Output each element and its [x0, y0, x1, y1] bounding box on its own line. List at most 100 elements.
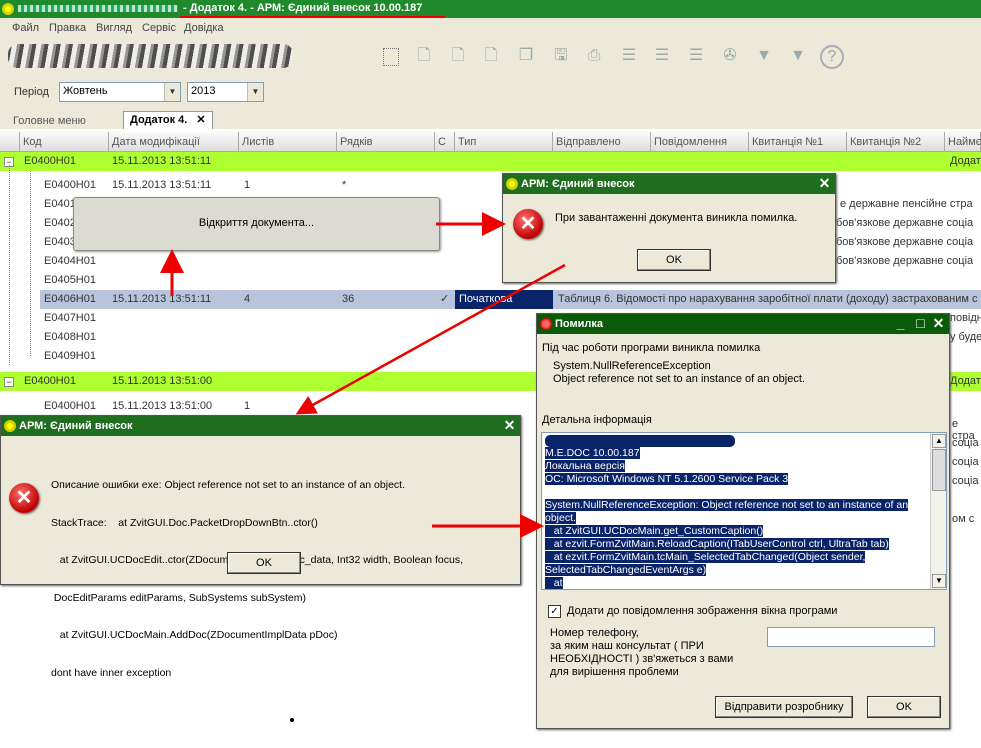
error-intro: Під час роботи програми виникла помилка [542, 342, 761, 354]
delete-doc-icon[interactable]: 🗋 [479, 45, 503, 67]
select-icon[interactable] [383, 48, 399, 66]
maximize-icon[interactable]: □ [914, 316, 927, 330]
print-icon[interactable]: ⎙ [582, 45, 606, 67]
menu-view[interactable]: Вигляд [96, 22, 132, 34]
menu-edit[interactable]: Правка [49, 22, 86, 34]
cell-name: у буде [950, 331, 981, 343]
edit-doc-icon[interactable]: 🗋 [446, 45, 470, 67]
dialog-title-bar: Помилка _ □ ✕ [537, 314, 949, 334]
tree-line [9, 165, 10, 365]
cell-lines: 36 [342, 293, 355, 305]
cell-code: E0403 [44, 236, 76, 248]
column-header-message[interactable]: Повідомлення [651, 132, 749, 152]
attach-screenshot-checkbox[interactable]: ✓ [548, 605, 561, 618]
add-row-icon[interactable]: ☰ [617, 45, 641, 67]
cell-sheets: 1 [244, 179, 251, 191]
tab-main-menu[interactable]: Головне меню [6, 112, 93, 130]
close-icon[interactable]: ✕ [196, 114, 205, 126]
year-select[interactable]: 2013 ▼ [187, 82, 264, 102]
error-details-dialog: Помилка _ □ ✕ Під час роботи програми ви… [536, 313, 950, 729]
details-scrollbar[interactable]: ▲ ▼ [930, 433, 946, 589]
tab-label: Додаток 4. [130, 114, 188, 126]
binoculars-icon[interactable]: ✇ [718, 45, 742, 67]
month-select[interactable]: Жовтень ▼ [59, 82, 181, 102]
trace-line: StackTrace: at ZvitGUI.Doc.PacketDropDow… [51, 516, 318, 529]
cell-code: E0401 [44, 198, 76, 210]
stack-trace-dialog: АРМ: Єдиний внесок ✕ ✕ Описание ошибки e… [0, 415, 521, 679]
ok-button[interactable]: OK [867, 696, 941, 718]
ok-button[interactable]: OK [637, 249, 711, 271]
cell-name: соціа [952, 437, 979, 449]
error-icon: ✕ [9, 483, 39, 513]
phone-input[interactable] [767, 627, 935, 647]
scroll-down-icon[interactable]: ▼ [932, 574, 946, 588]
tab-appendix-4[interactable]: Додаток 4. ✕ [123, 111, 213, 130]
detail-line: Локальна версія [545, 460, 625, 472]
help-icon[interactable]: ? [820, 45, 844, 69]
detail-line: M.E.DOC 10.00.187 [545, 447, 640, 459]
send-to-developer-button[interactable]: Відправити розробнику [715, 696, 853, 718]
cell-code: E0400H01 [44, 400, 96, 412]
add-doc-icon[interactable]: 🗋 [412, 45, 436, 67]
phone-label-line: за яким наш консультат ( ПРИ [550, 640, 704, 652]
column-header-lines[interactable]: Рядків [337, 132, 435, 152]
column-header-type[interactable]: Тип [455, 132, 553, 152]
dialog-title-bar: АРМ: Єдиний внесок ✕ [503, 174, 835, 194]
close-icon[interactable]: ✕ [932, 316, 945, 330]
column-header-code[interactable]: Код [20, 132, 109, 152]
chevron-down-icon[interactable]: ▼ [164, 83, 180, 101]
column-header-c[interactable]: С [435, 132, 455, 152]
cell-name: Додат [950, 155, 981, 167]
exception-name: System.NullReferenceException [553, 360, 711, 372]
cell-code: E0400H01 [44, 179, 96, 191]
menu-file[interactable]: Файл [12, 22, 39, 34]
attach-screenshot-label: Додати до повідомлення зображення вікна … [567, 605, 838, 617]
column-header-sheets[interactable]: Листів [239, 132, 337, 152]
column-header-receipt-1[interactable]: Квитанція №1 [749, 132, 847, 152]
cell-name: соціа [952, 456, 979, 468]
collapse-icon[interactable]: − [4, 377, 14, 387]
trace-line: DocEditParams editParams, SubSystems sub… [51, 591, 307, 604]
details-label: Детальна інформація [542, 414, 652, 426]
table-row[interactable]: − E0400H01 15.11.2013 13:51:11 Додат [0, 152, 981, 171]
chevron-down-icon[interactable]: ▼ [247, 83, 263, 101]
cell-date: 15.11.2013 13:51:11 [112, 179, 212, 191]
save-icon[interactable]: 🖫 [549, 45, 573, 67]
ok-button[interactable]: OK [227, 552, 301, 574]
remove-row-icon[interactable]: ☰ [684, 45, 708, 67]
phone-label-line: Номер телефону, [550, 627, 639, 639]
details-textarea[interactable]: M.E.DOC 10.00.187 Локальна версія ОС: Mi… [541, 432, 947, 590]
column-header-receipt-2[interactable]: Квитанція №2 [847, 132, 945, 152]
close-icon[interactable]: ✕ [503, 418, 516, 432]
close-icon[interactable]: ✕ [818, 176, 831, 190]
minimize-icon[interactable]: _ [894, 316, 907, 330]
column-header-sent[interactable]: Відправлено [553, 132, 651, 152]
cell-type: Початкова [455, 290, 553, 309]
cell-name: повідн [950, 312, 981, 324]
cell-lines: * [342, 179, 347, 191]
app-title-bar: - Додаток 4. - АРМ: Єдиний внесок 10.00.… [0, 0, 981, 18]
column-header-name[interactable]: Наймє [945, 132, 981, 152]
blurred-title-text [18, 5, 178, 12]
scroll-up-icon[interactable]: ▲ [932, 434, 946, 448]
filter-icon[interactable]: ▼ [752, 45, 776, 67]
scrollbar-thumb[interactable] [932, 449, 946, 491]
cell-code: E0400H01 [24, 155, 76, 167]
cell-date: 15.11.2013 13:51:11 [112, 293, 212, 305]
list-icon[interactable]: ☰ [650, 45, 674, 67]
period-label: Період [14, 86, 49, 98]
dialog-title: Помилка [555, 318, 603, 330]
dialog-title-bar: АРМ: Єдиний внесок ✕ [1, 416, 520, 436]
cell-code: E0400H01 [24, 375, 76, 387]
error-description: Описание ошибки exe: Object reference no… [51, 454, 463, 704]
clear-filter-icon[interactable]: ▼ [786, 45, 810, 67]
cell-name: бов'язкове державне соціа [836, 255, 974, 267]
error-icon: ✕ [513, 209, 543, 239]
menu-help[interactable]: Довідка [184, 22, 224, 34]
column-header-modified[interactable]: Дата модифікації [109, 132, 239, 152]
table-row-selected[interactable]: E0406H01 15.11.2013 13:51:11 4 36 ✓ Поча… [40, 290, 981, 309]
cell-code: E0402 [44, 217, 76, 229]
month-value: Жовтень [63, 85, 108, 97]
menu-service[interactable]: Сервіс [142, 22, 176, 34]
copy-doc-icon[interactable]: ❐ [514, 45, 538, 67]
